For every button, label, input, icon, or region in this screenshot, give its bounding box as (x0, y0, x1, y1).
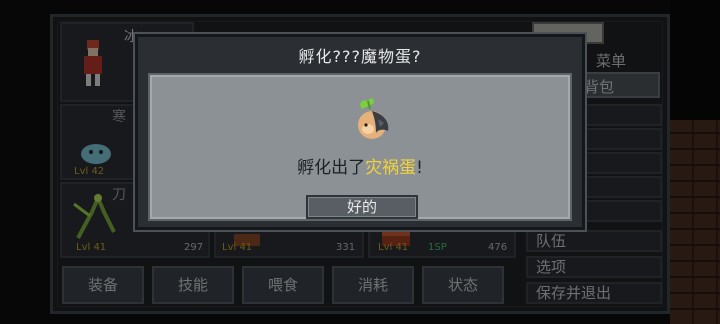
hatch-dialog: 孵化???魔物蛋? 孵化出了灾祸蛋! 好的 (135, 34, 585, 230)
ok-button[interactable]: 好的 (306, 195, 418, 219)
hatch-message-suffix: ! (416, 158, 423, 178)
hatch-message-prefix: 孵化出了 (297, 158, 366, 178)
dialog-title: 孵化???魔物蛋? (298, 47, 422, 66)
sprout-egg-icon (358, 98, 389, 139)
dialog-body: 孵化出了灾祸蛋! 好的 (148, 73, 572, 221)
hatch-message: 孵化出了灾祸蛋! (150, 153, 570, 178)
hatched-monster-name: 灾祸蛋 (365, 158, 417, 178)
